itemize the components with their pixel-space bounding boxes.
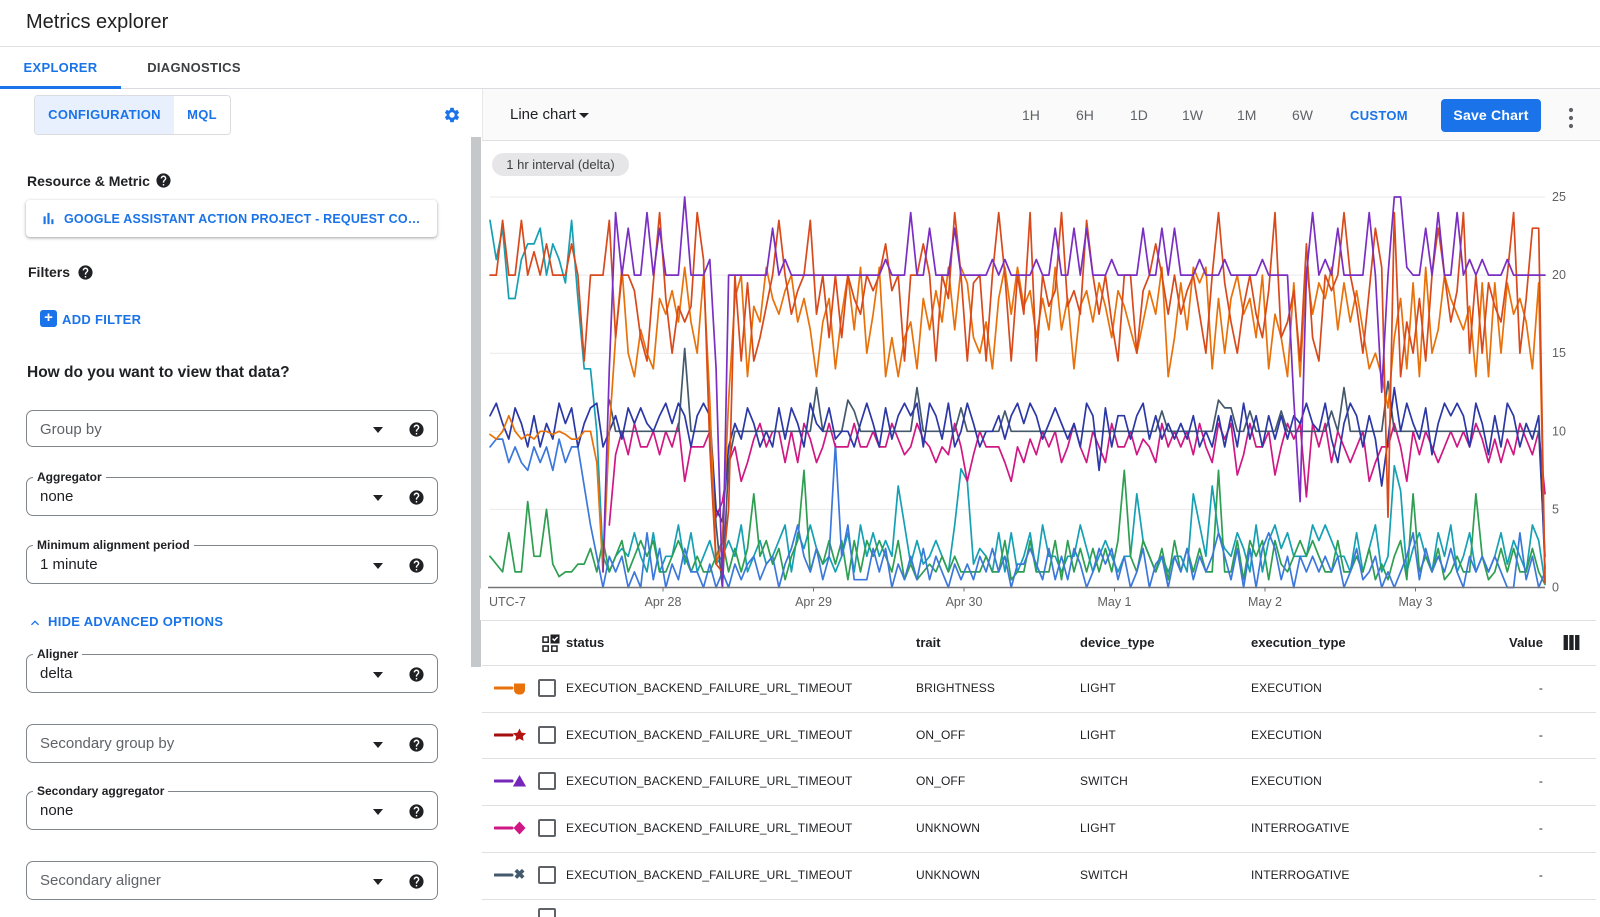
svg-text:5: 5	[1552, 502, 1559, 516]
svg-text:UTC-7: UTC-7	[489, 595, 526, 609]
svg-text:Apr 29: Apr 29	[795, 595, 832, 609]
svg-text:20: 20	[1552, 268, 1566, 282]
svg-text:0: 0	[1552, 581, 1559, 595]
svg-text:May 2: May 2	[1248, 595, 1282, 609]
svg-text:Apr 28: Apr 28	[645, 595, 682, 609]
svg-text:15: 15	[1552, 346, 1566, 360]
svg-text:May 3: May 3	[1398, 595, 1432, 609]
svg-text:25: 25	[1552, 190, 1566, 204]
svg-text:May 1: May 1	[1097, 595, 1131, 609]
svg-text:Apr 30: Apr 30	[946, 595, 983, 609]
svg-text:10: 10	[1552, 424, 1566, 438]
